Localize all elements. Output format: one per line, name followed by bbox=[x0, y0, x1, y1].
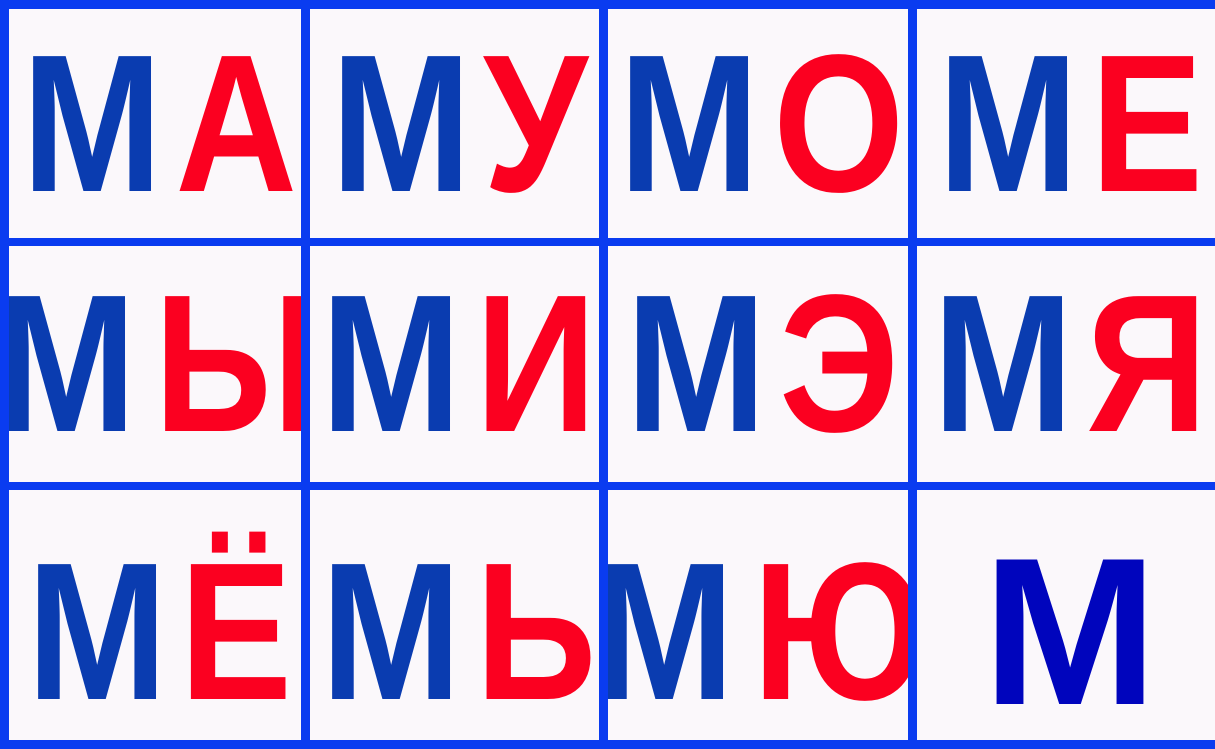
consonant-letter: М bbox=[982, 514, 1158, 740]
syllable-card: МЫ bbox=[9, 246, 301, 482]
syllable-card: МЮ bbox=[608, 490, 908, 740]
consonant-letter: М bbox=[9, 254, 137, 473]
syllable-card: МЕ bbox=[917, 9, 1215, 238]
vowel-letter: Ё bbox=[179, 522, 293, 740]
syllable: МЁ bbox=[16, 534, 294, 730]
vowel-letter: Я bbox=[1086, 254, 1208, 473]
syllable: МЕ bbox=[927, 13, 1205, 233]
syllable: МО bbox=[608, 13, 908, 233]
vowel-letter: Е bbox=[1090, 13, 1203, 233]
syllable-card: МЁ bbox=[9, 490, 301, 740]
consonant-letter: М bbox=[625, 254, 765, 473]
syllable-card: МЭ bbox=[608, 246, 908, 482]
syllable-card: МЯ bbox=[917, 246, 1215, 482]
syllable-card: МА bbox=[9, 9, 301, 238]
syllable-card: МУ bbox=[310, 9, 599, 238]
syllable: МЫ bbox=[9, 266, 301, 462]
consonant-letter: М bbox=[26, 522, 167, 740]
consonant-letter: М bbox=[321, 522, 461, 740]
vowel-letter: А bbox=[175, 13, 297, 233]
consonant-letter: М bbox=[608, 534, 735, 730]
syllable: МУ bbox=[320, 13, 589, 233]
syllable: МИ bbox=[310, 266, 598, 462]
vowel-letter: Ю bbox=[752, 522, 908, 740]
syllable-card: МО bbox=[608, 9, 908, 238]
vowel-letter: Э bbox=[779, 254, 899, 473]
syllable: МЬ bbox=[310, 534, 598, 730]
vowel-letter: О bbox=[773, 13, 905, 233]
consonant-letter: М bbox=[330, 13, 471, 233]
consonant-letter: М bbox=[321, 254, 461, 473]
consonant-letter: М bbox=[618, 13, 759, 233]
vowel-letter: Ы bbox=[153, 254, 301, 473]
syllable: МЮ bbox=[608, 534, 908, 730]
syllable: МА bbox=[11, 13, 300, 233]
vowel-letter: У bbox=[483, 13, 588, 233]
vowel-letter: И bbox=[475, 254, 596, 473]
syllable-card: МЬ bbox=[310, 490, 599, 740]
vowel-letter: Ь bbox=[475, 522, 596, 740]
syllable: МЯ bbox=[922, 266, 1210, 462]
syllable-card: М bbox=[917, 490, 1215, 740]
syllable: М bbox=[982, 514, 1158, 740]
syllable-grid: МА МУ МО МЕ МЫ МИ МЭ МЯ М Ё М Ь Ю М bbox=[0, 0, 1215, 749]
consonant-letter: М bbox=[932, 254, 1073, 473]
consonant-letter: М bbox=[937, 13, 1078, 233]
consonant-letter: М bbox=[21, 13, 161, 233]
syllable-card: МИ bbox=[310, 246, 599, 482]
syllable: МЭ bbox=[615, 266, 902, 462]
